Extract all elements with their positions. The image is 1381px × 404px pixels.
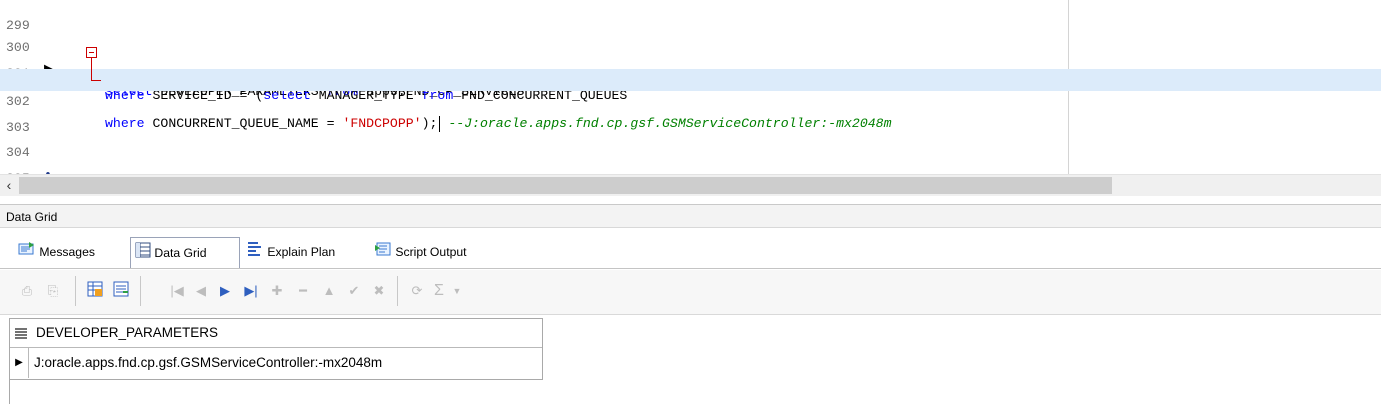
table-cell[interactable]: J:oracle.apps.fnd.cp.gsf.GSMServiceContr…: [34, 348, 382, 378]
refresh-icon[interactable]: ⟳: [406, 280, 428, 302]
tab-explain-plan[interactable]: Explain Plan: [246, 237, 366, 267]
tab-messages[interactable]: Messages: [18, 237, 126, 267]
grid-view-icon[interactable]: [84, 280, 106, 302]
column-header[interactable]: DEVELOPER_PARAMETERS: [36, 319, 218, 347]
print-icon[interactable]: ⎙: [16, 280, 38, 302]
sql-editor[interactable]: 299 300 ▶ select DEVELOPER_PARAMETERS fr…: [0, 0, 1381, 174]
editor-line[interactable]: 303: [0, 95, 1381, 135]
delete-record-icon[interactable]: ━: [292, 280, 314, 302]
fold-guide: [91, 58, 92, 80]
edit-record-icon[interactable]: ▲: [318, 280, 340, 302]
tab-script-output[interactable]: Script Output: [374, 237, 514, 267]
editor-line[interactable]: 304 • 14759: [0, 120, 1381, 174]
last-record-icon[interactable]: ▶|: [240, 280, 262, 302]
tab-label: Messages: [39, 245, 95, 259]
grid-border: [9, 379, 10, 404]
fold-collapse-icon[interactable]: [86, 47, 97, 58]
column-menu-icon[interactable]: [14, 326, 28, 340]
toolbar-separator: [397, 276, 398, 306]
insert-record-icon[interactable]: ✚: [266, 280, 288, 302]
next-record-icon[interactable]: ▶: [214, 280, 236, 302]
explain-plan-icon: [246, 238, 264, 268]
scroll-thumb[interactable]: [19, 177, 1112, 194]
editor-line-current[interactable]: 302 where CONCURRENT_QUEUE_NAME = 'FNDCP…: [0, 69, 1381, 132]
tab-label: Data Grid: [154, 246, 207, 260]
grid-toolbar: ⎙ ⎘ |◀ ◀ ▶ ▶| ✚ ━ ▲ ✔ ✖ ⟳ Σ ▼: [0, 270, 1381, 315]
tabs-divider: [0, 268, 1381, 269]
editor-line[interactable]: 301 where SERVICE_ID = (select MANAGER_T…: [0, 41, 1381, 103]
editor-line[interactable]: 305 • 98735: [0, 146, 1381, 174]
grid-header: DEVELOPER_PARAMETERS: [10, 319, 542, 348]
tab-label: Explain Plan: [267, 245, 336, 259]
scroll-left-arrow-icon[interactable]: ‹: [0, 175, 18, 196]
horizontal-scrollbar[interactable]: ‹: [0, 174, 1381, 196]
editor-line[interactable]: 299: [0, 0, 1381, 33]
chevron-down-icon[interactable]: ▼: [446, 280, 468, 302]
data-grid[interactable]: DEVELOPER_PARAMETERS ▶ J:oracle.apps.fnd…: [9, 318, 543, 380]
table-row[interactable]: ▶ J:oracle.apps.fnd.cp.gsf.GSMServiceCon…: [10, 348, 542, 378]
toolbar-separator: [75, 276, 76, 306]
record-view-icon[interactable]: [110, 280, 132, 302]
panel-title: Data Grid: [0, 204, 1381, 228]
toolbar-separator: [140, 276, 141, 306]
tab-data-grid[interactable]: Data Grid: [130, 237, 240, 268]
export-icon[interactable]: ⎘: [42, 280, 64, 302]
data-grid-icon: [135, 239, 151, 269]
editor-line[interactable]: 300 ▶ select DEVELOPER_PARAMETERS from a…: [0, 15, 1381, 99]
tab-label: Script Output: [395, 245, 467, 259]
cancel-record-icon[interactable]: ✖: [368, 280, 390, 302]
first-record-icon[interactable]: |◀: [166, 280, 188, 302]
previous-record-icon[interactable]: ◀: [190, 280, 212, 302]
fold-guide-end: [91, 80, 101, 81]
script-output-icon: [374, 238, 392, 268]
row-indicator-icon[interactable]: ▶: [10, 348, 29, 378]
post-record-icon[interactable]: ✔: [343, 280, 365, 302]
messages-icon: [18, 238, 36, 268]
